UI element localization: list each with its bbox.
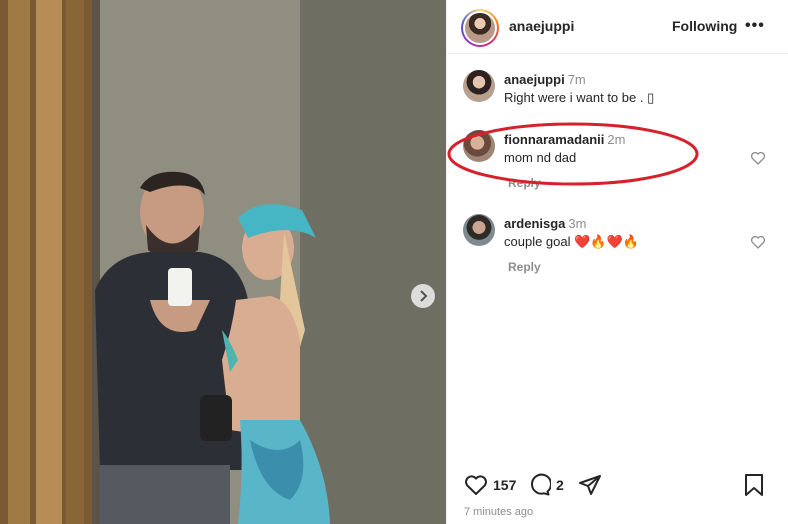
comment-time: 3m (568, 216, 587, 231)
heart-icon[interactable] (750, 234, 766, 250)
caption-avatar[interactable] (463, 70, 495, 102)
post-timestamp: 7 minutes ago (464, 506, 534, 518)
comment-button[interactable]: 2 (527, 470, 564, 500)
comment-text: mom nd dad (504, 150, 577, 165)
next-photo-button[interactable] (411, 284, 435, 308)
comment-username[interactable]: fionnaramadanii 2m (504, 132, 625, 147)
like-count: 157 (493, 477, 517, 493)
comment-time: 2m (607, 132, 626, 147)
comment-username[interactable]: ardenisga 3m (504, 216, 586, 231)
post-actions: 157 2 (447, 470, 788, 504)
mirror-selfie-image (0, 0, 446, 524)
bookmark-icon (745, 474, 763, 496)
reply-button[interactable]: Reply (508, 176, 541, 190)
following-button[interactable]: Following (672, 18, 737, 34)
comment-icon (531, 473, 551, 496)
heart-icon[interactable] (750, 150, 766, 166)
caption-text: Right were i want to be . ▯ (504, 90, 655, 105)
chevron-right-icon (420, 290, 428, 302)
reply-button[interactable]: Reply (508, 260, 541, 274)
commenter-avatar[interactable] (463, 130, 495, 162)
share-button[interactable] (578, 470, 602, 500)
like-button[interactable]: 157 (464, 470, 516, 500)
caption-username[interactable]: anaejuppi 7m (504, 72, 586, 87)
author-avatar[interactable] (461, 9, 499, 47)
caption-time: 7m (567, 72, 586, 87)
post-side-panel: anaejuppi Following ••• anaejuppi 7m Righ… (446, 0, 788, 524)
share-icon (579, 475, 601, 495)
comment-count: 2 (556, 477, 564, 493)
save-button[interactable] (743, 470, 765, 500)
commenter-avatar[interactable] (463, 214, 495, 246)
comment-text: couple goal ❤️🔥❤️🔥 (504, 234, 639, 249)
post-photo[interactable] (0, 0, 446, 524)
author-username[interactable]: anaejuppi (509, 18, 574, 34)
more-options-button[interactable]: ••• (745, 17, 765, 35)
post-header: anaejuppi Following ••• (447, 0, 788, 54)
heart-icon (465, 475, 487, 495)
